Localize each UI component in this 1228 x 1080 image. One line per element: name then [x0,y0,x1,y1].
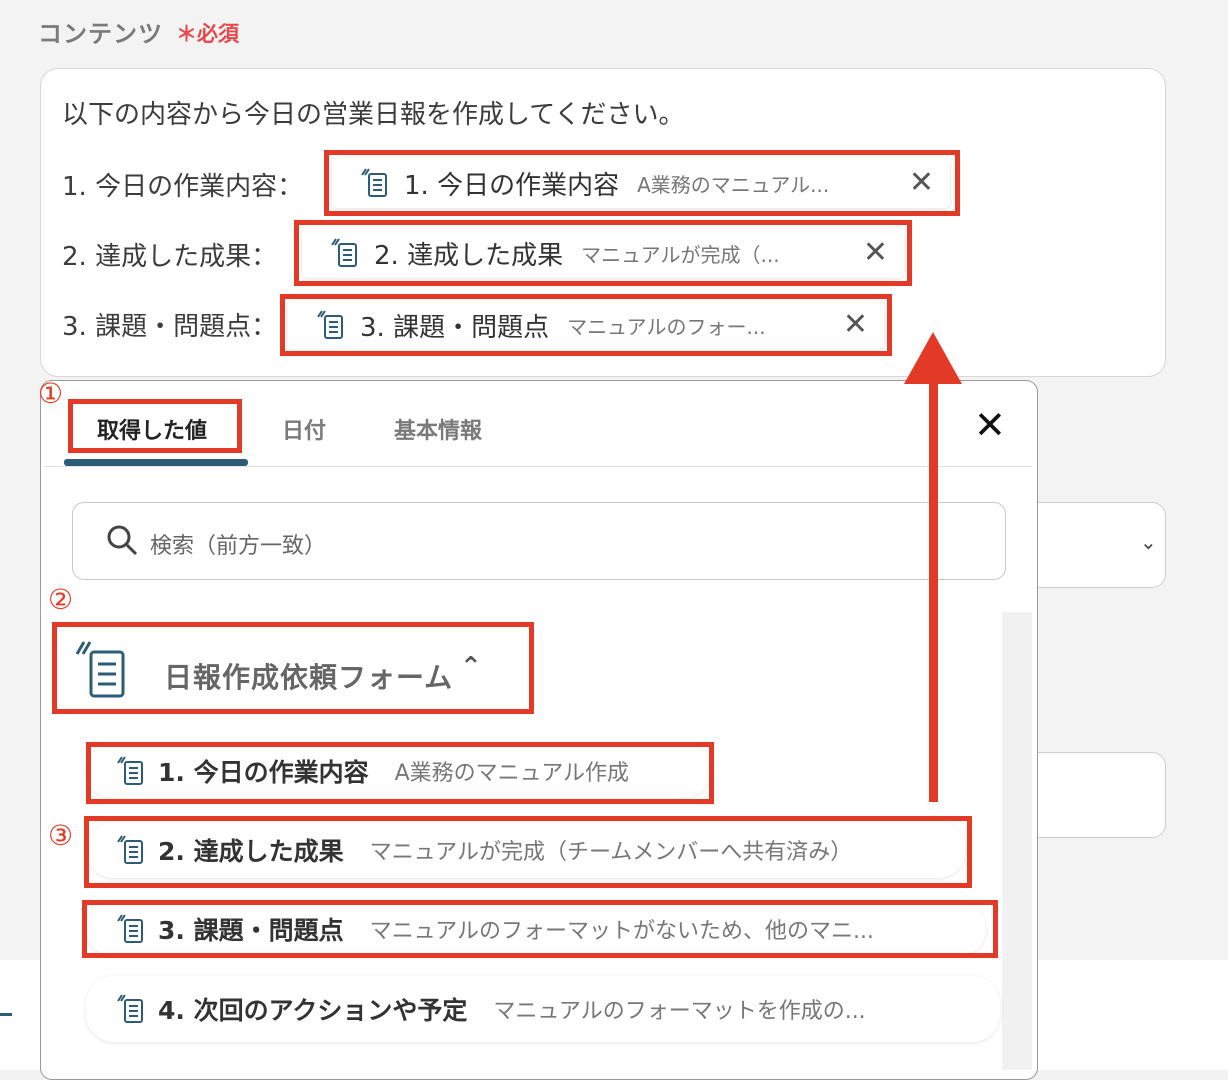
variable-picker-popup [40,380,1038,1080]
annotation-box-item-2 [84,816,972,888]
annotation-arrow-shaft [929,372,938,802]
annotation-box-chip-3 [280,294,892,356]
line-label-2: 2. 達成した成果： [62,242,278,272]
field-label: コンテンツ [38,20,163,48]
tab-divider [44,466,1032,467]
chevron-down-icon: ⌄ [1140,530,1157,554]
annotation-box-chip-1 [324,150,960,216]
form-icon [117,994,143,1023]
tab-basic-info[interactable]: 基本情報 [394,413,482,445]
line-label-3: 3. 課題・問題点： [62,312,278,342]
annotation-marker-1: ① [38,377,64,410]
search-placeholder: 検索（前方一致） [150,534,327,559]
required-badge: ＊必須 [176,22,239,46]
annotation-box-item-1 [86,742,714,804]
close-icon[interactable]: ✕ [974,406,1006,444]
scrollbar-track[interactable] [1002,612,1032,1070]
annotation-box-group [52,622,534,714]
arrow-up-icon [904,332,962,384]
list-item-4[interactable]: 4. 次回のアクションや予定 マニュアルのフォーマットを作成の... [86,976,1000,1042]
annotation-box-tab [68,399,242,453]
item-value: マニュアルのフォーマットを作成の... [493,999,866,1024]
annotation-marker-3: ③ [48,819,74,852]
tab-date[interactable]: 日付 [282,413,326,445]
active-tab-indicator [64,459,248,466]
bottom-accent-mark [0,1013,12,1016]
item-title: 4. 次回のアクションや予定 [158,996,468,1025]
annotation-marker-2: ② [48,583,74,616]
search-icon [107,525,138,556]
annotation-box-chip-2 [294,220,912,286]
annotation-box-item-3 [82,900,998,958]
content-intro-text: 以下の内容から今日の営業日報を作成してください。 [62,100,685,130]
line-label-1: 1. 今日の作業内容： [62,172,304,202]
